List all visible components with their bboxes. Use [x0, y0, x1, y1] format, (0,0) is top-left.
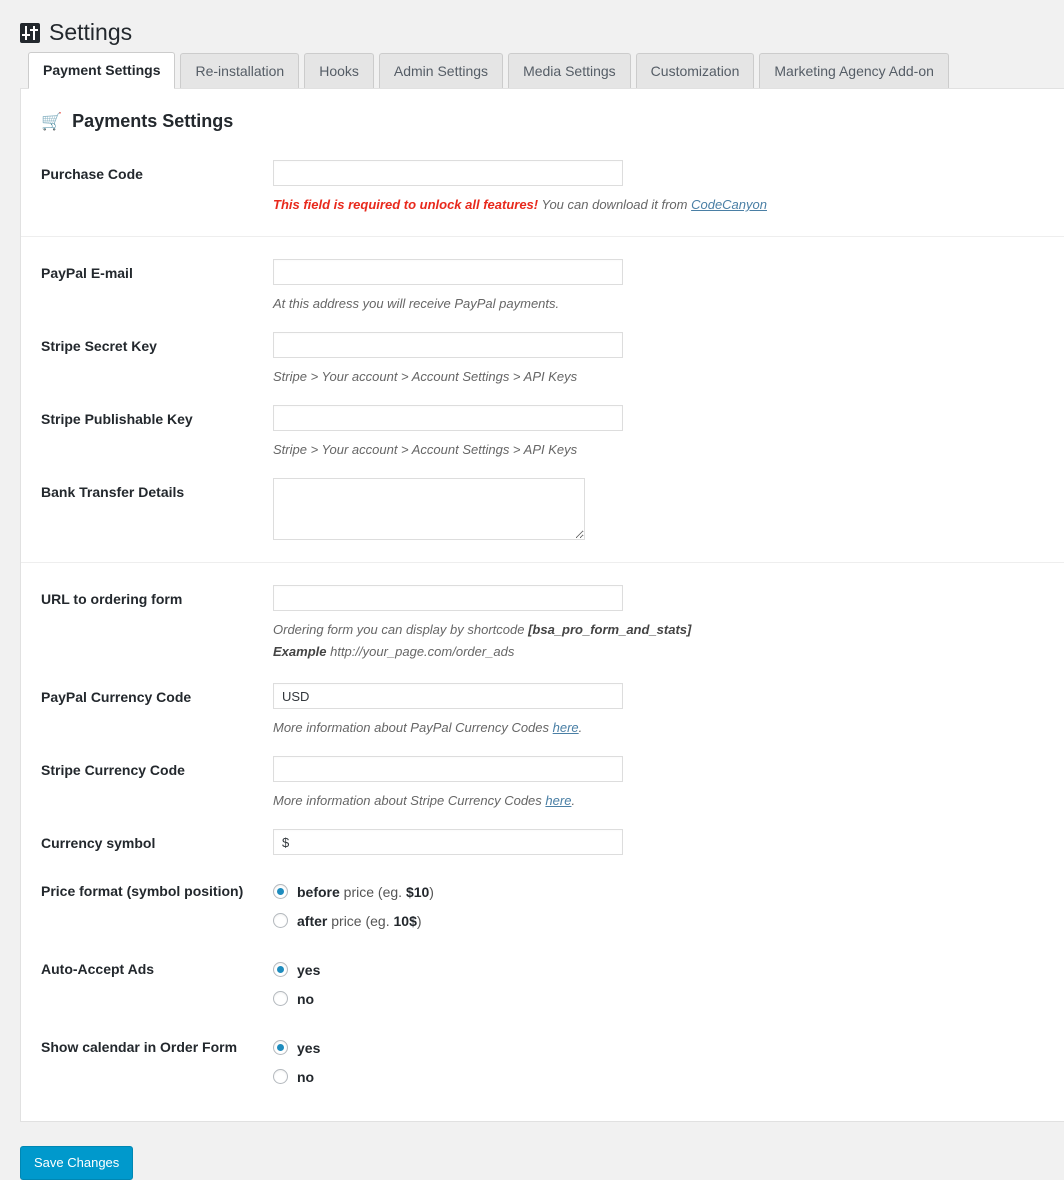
section-divider-1 — [21, 236, 1064, 237]
tab-re-installation[interactable]: Re-installation — [180, 53, 300, 89]
paypal-currency-here-link[interactable]: here — [553, 720, 579, 735]
codecanyon-link[interactable]: CodeCanyon — [691, 197, 767, 212]
section-divider-2 — [21, 562, 1064, 563]
label-bank-transfer-details: Bank Transfer Details — [41, 484, 185, 500]
tab-customization[interactable]: Customization — [635, 53, 755, 89]
paypal-currency-code-hint: More information about PayPal Currency C… — [273, 718, 1064, 737]
paypal-currency-hint-prefix: More information about PayPal Currency C… — [273, 720, 553, 735]
url-hint-prefix: Ordering form you can display by shortco… — [273, 622, 529, 637]
label-currency-symbol: Currency symbol — [41, 835, 156, 851]
url-ordering-form-hint: Ordering form you can display by shortco… — [273, 620, 1064, 639]
form-row-auto-accept-ads: Auto-Accept Ads yes no — [21, 955, 1064, 1013]
radio-auto-accept-yes-label: yes — [297, 961, 321, 978]
radio-option-price-before[interactable]: before price (eg. $10) — [273, 877, 1064, 906]
tab-bar: Payment Settings Re-installation Hooks A… — [0, 52, 1064, 89]
tab-hooks[interactable]: Hooks — [304, 53, 374, 89]
form-row-show-calendar: Show calendar in Order Form yes no — [21, 1033, 1064, 1091]
radio-option-show-calendar-yes[interactable]: yes — [273, 1033, 1064, 1062]
radio-option-price-after[interactable]: after price (eg. 10$) — [273, 906, 1064, 935]
currency-symbol-input[interactable] — [273, 829, 623, 855]
stripe-secret-key-hint: Stripe > Your account > Account Settings… — [273, 369, 578, 384]
section-title: 🛒 Payments Settings — [21, 111, 1064, 132]
form-row-bank-transfer-details: Bank Transfer Details — [21, 478, 1064, 540]
purchase-code-hint: This field is required to unlock all fea… — [273, 195, 1064, 214]
radio-auto-accept-yes[interactable] — [273, 962, 288, 977]
radio-show-calendar-no[interactable] — [273, 1069, 288, 1084]
label-show-calendar: Show calendar in Order Form — [41, 1039, 238, 1055]
tab-marketing-agency-add-on[interactable]: Marketing Agency Add-on — [759, 53, 949, 89]
form-row-currency-symbol: Currency symbol — [21, 829, 1064, 855]
radio-option-auto-accept-yes[interactable]: yes — [273, 955, 1064, 984]
radio-price-after[interactable] — [273, 913, 288, 928]
purchase-code-error-text: This field is required to unlock all fea… — [273, 197, 539, 212]
stripe-publishable-key-hint: Stripe > Your account > Account Settings… — [273, 442, 578, 457]
radio-show-calendar-yes[interactable] — [273, 1040, 288, 1055]
paypal-currency-code-input[interactable] — [273, 683, 623, 709]
url-ordering-form-example: Example http://your_page.com/order_ads — [273, 642, 1064, 661]
label-paypal-email: PayPal E-mail — [41, 265, 133, 281]
url-example-label: Example — [273, 644, 327, 659]
stripe-currency-code-hint: More information about Stripe Currency C… — [273, 791, 1064, 810]
stripe-currency-code-input[interactable] — [273, 756, 623, 782]
page-header: Settings — [0, 0, 1064, 52]
purchase-code-input[interactable] — [273, 160, 623, 186]
purchase-code-hint-text: You can download it from — [538, 197, 692, 212]
url-hint-shortcode: [bsa_pro_form_and_stats] — [528, 622, 692, 637]
save-changes-button[interactable]: Save Changes — [20, 1146, 134, 1180]
label-price-format: Price format (symbol position) — [41, 883, 244, 899]
form-row-url-ordering-form: URL to ordering form Ordering form you c… — [21, 585, 1064, 661]
radio-price-before[interactable] — [273, 884, 288, 899]
footer-actions: Save Changes — [0, 1122, 1064, 1180]
section-title-label: Payments Settings — [72, 111, 234, 131]
settings-panel: 🛒 Payments Settings Purchase Code This f… — [20, 88, 1064, 1122]
paypal-email-input[interactable] — [273, 259, 623, 285]
label-purchase-code: Purchase Code — [41, 166, 143, 182]
tab-media-settings[interactable]: Media Settings — [508, 53, 631, 89]
form-row-stripe-publishable-key: Stripe Publishable Key Stripe > Your acc… — [21, 405, 1064, 459]
form-row-price-format: Price format (symbol position) before pr… — [21, 877, 1064, 935]
radio-price-after-label: after price (eg. 10$) — [297, 912, 422, 929]
label-stripe-secret-key: Stripe Secret Key — [41, 338, 157, 354]
stripe-publishable-key-input[interactable] — [273, 405, 623, 431]
label-paypal-currency-code: PayPal Currency Code — [41, 689, 192, 705]
label-stripe-publishable-key: Stripe Publishable Key — [41, 411, 193, 427]
paypal-email-hint: At this address you will receive PayPal … — [273, 296, 560, 311]
label-stripe-currency-code: Stripe Currency Code — [41, 762, 185, 778]
label-auto-accept-ads: Auto-Accept Ads — [41, 961, 155, 977]
url-ordering-form-input[interactable] — [273, 585, 623, 611]
radio-show-calendar-yes-label: yes — [297, 1039, 321, 1056]
radio-option-auto-accept-no[interactable]: no — [273, 984, 1064, 1013]
stripe-currency-here-link[interactable]: here — [545, 793, 571, 808]
label-url-ordering-form: URL to ordering form — [41, 591, 183, 607]
page-title: Settings — [49, 19, 133, 46]
tab-admin-settings[interactable]: Admin Settings — [378, 53, 504, 89]
url-example-value: http://your_page.com/order_ads — [326, 644, 515, 659]
form-row-stripe-currency-code: Stripe Currency Code More information ab… — [21, 756, 1064, 810]
paypal-currency-hint-suffix: . — [578, 720, 583, 735]
radio-price-before-label: before price (eg. $10) — [297, 883, 434, 900]
tab-payment-settings[interactable]: Payment Settings — [28, 52, 176, 89]
radio-auto-accept-no-label: no — [297, 990, 315, 1007]
stripe-secret-key-input[interactable] — [273, 332, 623, 358]
shopping-cart-icon: 🛒 — [41, 112, 63, 131]
stripe-currency-hint-suffix: . — [571, 793, 576, 808]
bank-transfer-details-textarea[interactable] — [273, 478, 585, 540]
form-row-paypal-currency-code: PayPal Currency Code More information ab… — [21, 683, 1064, 737]
radio-show-calendar-no-label: no — [297, 1068, 315, 1085]
radio-option-show-calendar-no[interactable]: no — [273, 1062, 1064, 1091]
form-row-paypal-email: PayPal E-mail At this address you will r… — [21, 259, 1064, 313]
radio-auto-accept-no[interactable] — [273, 991, 288, 1006]
form-row-stripe-secret-key: Stripe Secret Key Stripe > Your account … — [21, 332, 1064, 386]
stripe-currency-hint-prefix: More information about Stripe Currency C… — [273, 793, 546, 808]
form-row-purchase-code: Purchase Code This field is required to … — [21, 160, 1064, 214]
sliders-settings-icon — [20, 23, 40, 43]
